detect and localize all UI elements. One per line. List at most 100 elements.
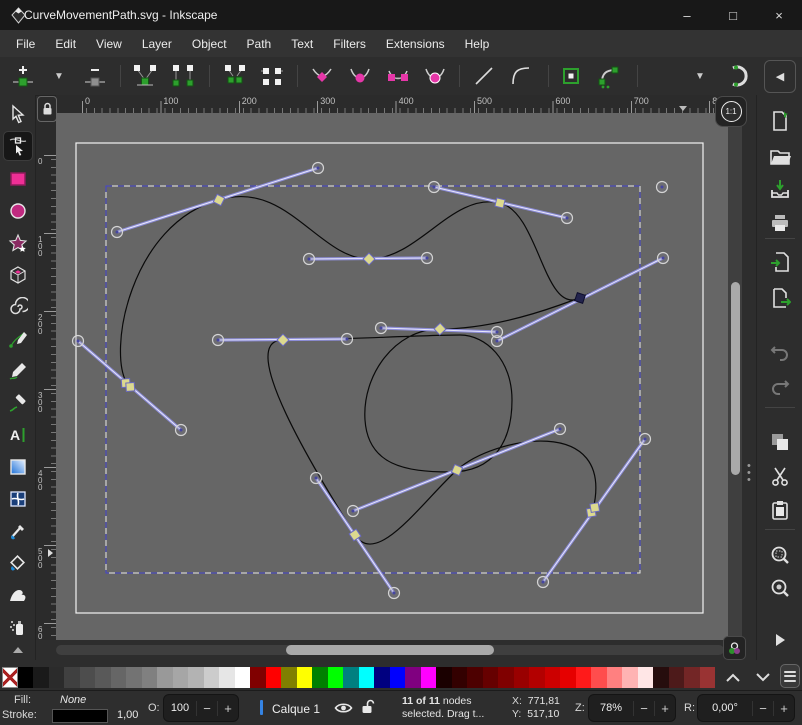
- horizontal-ruler[interactable]: 0100200300400500600700800: [56, 95, 742, 113]
- menu-file[interactable]: File: [6, 33, 45, 55]
- close-button[interactable]: ×: [756, 0, 802, 30]
- copy-button[interactable]: [765, 427, 795, 457]
- vertical-scrollbar-thumb[interactable]: [731, 282, 740, 475]
- cut-button[interactable]: [765, 461, 795, 491]
- swatch-b30000[interactable]: [529, 667, 545, 688]
- swatch-00ffff[interactable]: [359, 667, 375, 688]
- menu-layer[interactable]: Layer: [132, 33, 182, 55]
- export-button[interactable]: [765, 283, 795, 313]
- auto-smooth-node-button[interactable]: [420, 61, 450, 91]
- swatch-008000[interactable]: [312, 667, 328, 688]
- tool-pen[interactable]: [4, 325, 32, 353]
- break-nodes-button[interactable]: [220, 61, 250, 91]
- swatch-ff8080[interactable]: [607, 667, 623, 688]
- menu-filters[interactable]: Filters: [323, 33, 376, 55]
- tool-ellipse[interactable]: [4, 197, 32, 225]
- swatch-404040[interactable]: [64, 667, 80, 688]
- swatch-ffb3b3[interactable]: [622, 667, 638, 688]
- swatch-cc0000[interactable]: [545, 667, 561, 688]
- swatch-808080[interactable]: [142, 667, 158, 688]
- tool-calligraphy[interactable]: [4, 389, 32, 417]
- swatch-999999[interactable]: [157, 667, 173, 688]
- insert-node-button[interactable]: [8, 61, 38, 91]
- swatch-4d0000[interactable]: [467, 667, 483, 688]
- print-button[interactable]: [765, 208, 795, 238]
- palette-menu-button[interactable]: [780, 664, 800, 688]
- swatch-ff0000[interactable]: [266, 667, 282, 688]
- paste-button[interactable]: [765, 495, 795, 525]
- swatch-000000[interactable]: [18, 667, 34, 688]
- swatch-1a0000[interactable]: [436, 667, 452, 688]
- zoom-value[interactable]: 78%: [589, 702, 633, 714]
- tool-mesh-gradient[interactable]: [4, 485, 32, 513]
- opacity-minus[interactable]: −: [196, 701, 217, 716]
- swatch-260d0d[interactable]: [653, 667, 669, 688]
- tool-dropper[interactable]: [4, 517, 32, 545]
- swatch-008080[interactable]: [343, 667, 359, 688]
- insert-node-menu-button[interactable]: ▼: [44, 61, 74, 91]
- make-curve-button[interactable]: [506, 61, 536, 91]
- collapse-toolbar-button[interactable]: ◀: [764, 60, 796, 93]
- swatch-b3b3b3[interactable]: [188, 667, 204, 688]
- zoom-selection-button[interactable]: [765, 540, 795, 570]
- delete-segment-button[interactable]: [257, 61, 287, 91]
- swatch-800000[interactable]: [250, 667, 266, 688]
- swatch-1a1a1a[interactable]: [33, 667, 49, 688]
- zoom-drawing-button[interactable]: [765, 573, 795, 603]
- menu-path[interactable]: Path: [237, 33, 282, 55]
- swatch-000080[interactable]: [374, 667, 390, 688]
- object-to-path-button[interactable]: [556, 61, 586, 91]
- horizontal-scrollbar[interactable]: [36, 640, 742, 660]
- tool-node-editor[interactable]: [4, 132, 32, 160]
- delete-node-button[interactable]: [80, 61, 110, 91]
- swatch-none[interactable]: [2, 667, 18, 688]
- tool-box-3d[interactable]: [4, 261, 32, 289]
- new-document-button[interactable]: [765, 106, 795, 136]
- horizontal-scrollbar-thumb[interactable]: [286, 645, 494, 655]
- rotation-minus[interactable]: −: [752, 701, 773, 716]
- tool-paint-bucket[interactable]: [4, 549, 32, 577]
- path-node-B[interactable]: [363, 253, 375, 265]
- tool-gradient[interactable]: [4, 453, 32, 481]
- menu-view[interactable]: View: [86, 33, 132, 55]
- rotation-plus[interactable]: +: [773, 701, 794, 716]
- path-node-F[interactable]: [434, 323, 446, 335]
- swatch-660000[interactable]: [483, 667, 499, 688]
- path-node-E[interactable]: [277, 334, 289, 346]
- bezier-path[interactable]: [120, 196, 595, 544]
- tool-text[interactable]: A: [4, 421, 32, 449]
- swatch-ff00ff[interactable]: [421, 667, 437, 688]
- tool-spray[interactable]: [4, 613, 32, 641]
- symmetric-node-button[interactable]: [383, 61, 413, 91]
- swatch-737373[interactable]: [126, 667, 142, 688]
- minimize-button[interactable]: –: [664, 0, 710, 30]
- stroke-color-swatch[interactable]: [52, 709, 108, 723]
- palette-scroll-down[interactable]: [752, 668, 774, 686]
- opacity-value[interactable]: 100: [164, 702, 196, 714]
- swatch-732626[interactable]: [684, 667, 700, 688]
- swatch-e60000[interactable]: [560, 667, 576, 688]
- fill-value[interactable]: None: [60, 694, 86, 706]
- swatch-800080[interactable]: [405, 667, 421, 688]
- path-node-A[interactable]: [213, 194, 224, 205]
- join-with-segment-button[interactable]: [168, 61, 198, 91]
- swatch-2b2b2b[interactable]: [49, 667, 65, 688]
- tool-spiral[interactable]: [4, 293, 32, 321]
- show-transform-handles-button[interactable]: [723, 61, 753, 91]
- save-button[interactable]: [765, 174, 795, 204]
- menu-edit[interactable]: Edit: [45, 33, 86, 55]
- maximize-button[interactable]: □: [710, 0, 756, 30]
- swatch-800000[interactable]: [498, 667, 514, 688]
- join-nodes-button[interactable]: [130, 61, 160, 91]
- swatch-ffe6e6[interactable]: [638, 667, 654, 688]
- swatch-0000ff[interactable]: [390, 667, 406, 688]
- swatch-666666[interactable]: [111, 667, 127, 688]
- vertical-scrollbar[interactable]: [728, 113, 742, 640]
- dock-resize-handle[interactable]: •••: [742, 95, 756, 660]
- layer-visibility-eye-icon[interactable]: [334, 700, 353, 715]
- swatch-595959[interactable]: [95, 667, 111, 688]
- opacity-plus[interactable]: +: [217, 701, 238, 716]
- swatch-330000[interactable]: [452, 667, 468, 688]
- zoom-spinbox[interactable]: 78% − +: [588, 694, 676, 722]
- swatch-ffff00[interactable]: [297, 667, 313, 688]
